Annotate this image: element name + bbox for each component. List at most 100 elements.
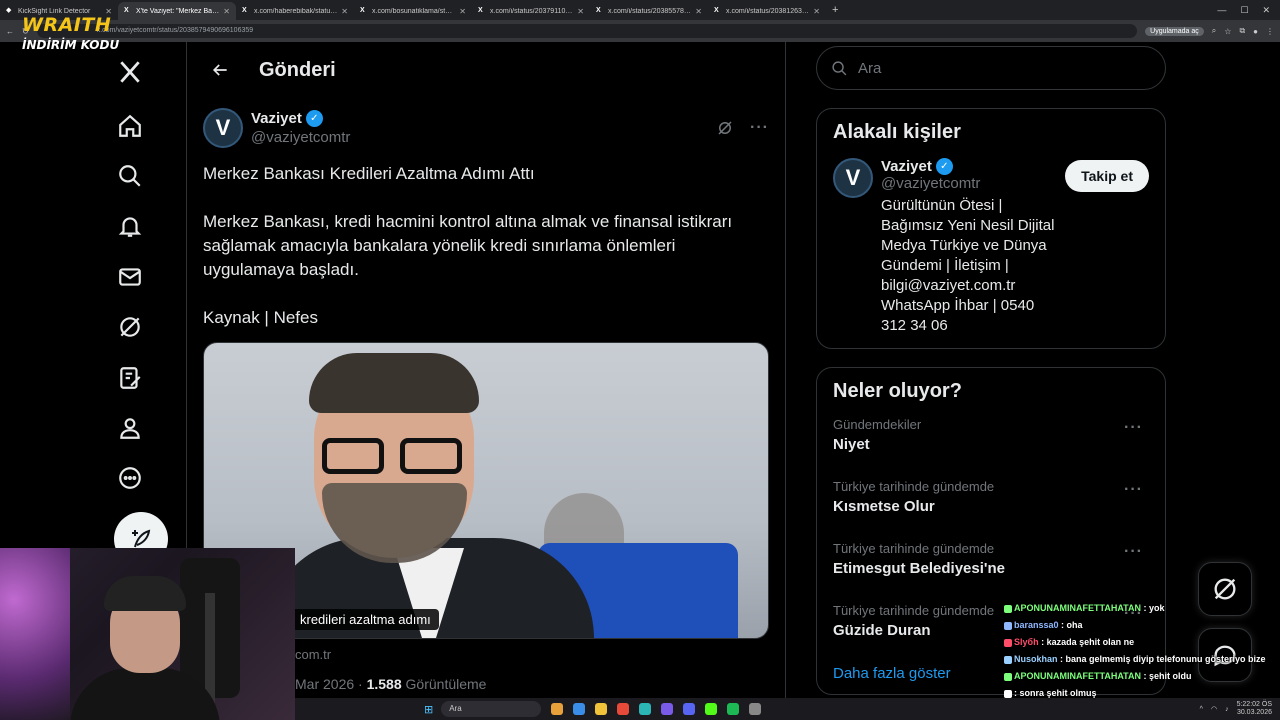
tab-close-icon[interactable]: ✕ xyxy=(577,7,584,16)
related-name[interactable]: Vaziyet xyxy=(881,158,932,175)
new-tab-button[interactable]: + xyxy=(826,4,844,16)
chat-username[interactable]: APONUNAMINAFETTAHATAN xyxy=(1014,603,1141,613)
trend-item[interactable]: Türkiye tarihinde gündemde Etimesgut Bel… xyxy=(833,541,1149,603)
profile-person-icon[interactable] xyxy=(116,414,144,442)
grok-icon xyxy=(1214,578,1236,600)
menu-kebab-icon[interactable]: ⋮ xyxy=(1266,27,1274,36)
grok-icon[interactable] xyxy=(116,313,144,341)
glasses-left xyxy=(322,438,384,474)
taskbar-app-icon[interactable] xyxy=(661,703,674,715)
wifi-icon[interactable]: ◠ xyxy=(1211,705,1217,713)
browser-tab[interactable]: Xx.com/i/status/20381263057 ✕ xyxy=(708,2,826,20)
chat-username[interactable]: APONUNAMINAFETTAHATAN xyxy=(1014,671,1141,681)
trend-item[interactable]: Türkiye tarihinde gündemde Kısmetse Olur… xyxy=(833,479,1149,541)
tab-close-icon[interactable]: ✕ xyxy=(341,7,348,16)
profile-icon[interactable]: ● xyxy=(1253,27,1258,36)
brand-subtitle: İNDİRİM KODU xyxy=(22,38,120,52)
open-in-app-chip[interactable]: Uygulamada aç xyxy=(1145,26,1204,36)
zoom-icon[interactable]: ⌕ xyxy=(1212,26,1216,36)
search-input[interactable] xyxy=(858,59,1118,77)
url-field[interactable]: x.com/vaziyetcomtr/status/20385794906961… xyxy=(36,24,1138,38)
chat-username[interactable]: Nusokhan xyxy=(1014,654,1058,664)
grok-explain-icon[interactable] xyxy=(716,119,734,137)
tray-chevron-icon[interactable]: ^ xyxy=(1200,706,1203,713)
author-name[interactable]: Vaziyet xyxy=(251,109,302,128)
chat-username[interactable]: Slyбh xyxy=(1014,637,1039,647)
close-window-icon[interactable]: ✕ xyxy=(1262,5,1270,16)
chat-message: baranssa0 : oha xyxy=(1004,619,1280,631)
trend-more-icon[interactable]: ··· xyxy=(1124,419,1143,437)
chat-badge-icon xyxy=(1004,604,1012,613)
back-button[interactable] xyxy=(203,53,237,87)
author-handle[interactable]: @vaziyetcomtr xyxy=(251,128,350,147)
tab-close-icon[interactable]: ✕ xyxy=(223,7,230,16)
trend-item[interactable]: Gündemdekiler Niyet ··· xyxy=(833,417,1149,479)
messages-envelope-icon[interactable] xyxy=(116,263,144,291)
more-options-icon[interactable]: ··· xyxy=(750,119,769,137)
tab-close-icon[interactable]: ✕ xyxy=(695,7,702,16)
taskbar-app-icon[interactable] xyxy=(551,703,564,715)
related-avatar[interactable]: V xyxy=(833,158,873,198)
trend-context: Türkiye tarihinde gündemde xyxy=(833,541,995,556)
tab-close-icon[interactable]: ✕ xyxy=(459,7,466,16)
maximize-icon[interactable]: ☐ xyxy=(1240,5,1248,16)
avatar[interactable]: V xyxy=(203,108,243,148)
lists-icon[interactable] xyxy=(116,364,144,392)
discord-icon[interactable] xyxy=(683,703,696,715)
chat-text: : şehit oldu xyxy=(1140,671,1192,681)
related-name-row[interactable]: Vaziyet ✓ xyxy=(881,158,1057,175)
tab-label: x.com/haberebibak/status/2038 xyxy=(254,7,337,15)
taskbar-search[interactable]: Ara xyxy=(441,701,542,717)
taskbar-app-icon[interactable] xyxy=(595,703,608,715)
bookmark-star-icon[interactable]: ☆ xyxy=(1224,27,1231,36)
x-logo-icon[interactable] xyxy=(116,58,144,86)
trend-more-icon[interactable]: ··· xyxy=(1124,543,1143,561)
back-nav-icon[interactable]: ← xyxy=(6,27,14,36)
browser-tab[interactable]: Xx.com/bosunatiklama/status/20 ✕ xyxy=(354,2,472,20)
browser-tab[interactable]: Xx.com/haberebibak/status/2038 ✕ xyxy=(236,2,354,20)
explore-search-icon[interactable] xyxy=(116,162,144,190)
stream-chat-overlay: APONUNAMINAFETTAHATAN : yok baranssa0 : o… xyxy=(1004,602,1280,704)
chrome-icon[interactable] xyxy=(617,703,630,715)
minimize-icon[interactable]: — xyxy=(1217,5,1226,16)
kick-icon[interactable] xyxy=(705,703,718,715)
post-date[interactable]: Mar 2026 · xyxy=(295,676,367,692)
extensions-icon[interactable]: ⧉ xyxy=(1239,26,1245,36)
browser-tab-active[interactable]: X X'te Vaziyet: "Merkez Bankası K✕ xyxy=(118,2,236,20)
taskbar-app-icon[interactable] xyxy=(573,703,586,715)
chat-username[interactable]: baranssa0 xyxy=(1014,620,1059,630)
related-handle[interactable]: @vaziyetcomtr xyxy=(881,175,1057,192)
browser-tab-bar: ◆ KickSight Link Detector ✕ X X'te Vaziyet:… xyxy=(0,0,1280,20)
chat-text: : sonra şehit olmuş xyxy=(1014,688,1097,698)
brand-logo-text: WRAITH xyxy=(22,14,112,36)
author-name-row[interactable]: Vaziyet ✓ xyxy=(251,109,350,128)
follow-button[interactable]: Takip et xyxy=(1065,160,1149,192)
related-title: Alakalı kişiler xyxy=(833,121,961,143)
taskbar-app-icon[interactable] xyxy=(639,703,652,715)
chat-text: : yok xyxy=(1140,603,1165,613)
chat-message: Nusokhan : bana gelmemiş diyip telefonun… xyxy=(1004,653,1280,665)
home-icon[interactable] xyxy=(116,112,144,140)
tab-close-icon[interactable]: ✕ xyxy=(813,7,820,16)
taskbar-app-icon[interactable] xyxy=(749,703,762,715)
volume-icon[interactable]: ♪ xyxy=(1225,706,1229,713)
browser-tab[interactable]: Xx.com/i/status/203855786352 ✕ xyxy=(590,2,708,20)
chat-badge-icon xyxy=(1004,621,1012,630)
clock-date: 30.03.2026 xyxy=(1236,709,1272,716)
tab-favicon-icon: ◆ xyxy=(6,7,12,14)
trend-more-icon[interactable]: ··· xyxy=(1124,481,1143,499)
browser-tab[interactable]: Xx.com/i/status/20379110795 ✕ xyxy=(472,2,590,20)
notifications-bell-icon[interactable] xyxy=(116,212,144,240)
trend-name: Kısmetse Olur xyxy=(833,498,935,515)
windows-start-icon[interactable]: ⊞ xyxy=(424,703,433,716)
chat-badge-icon xyxy=(1004,689,1012,698)
verified-badge-icon: ✓ xyxy=(305,110,323,127)
address-bar-row: ← ↻ x.com/vaziyetcomtr/status/2038579490… xyxy=(0,20,1280,42)
x-favicon-icon: X xyxy=(360,7,365,14)
more-circle-icon[interactable] xyxy=(116,464,144,492)
chat-message: APONUNAMINAFETTAHATAN : şehit oldu xyxy=(1004,670,1280,682)
search-box[interactable] xyxy=(816,46,1166,90)
hair xyxy=(309,353,479,413)
stream-brand-overlay: WRAITH İNDİRİM KODU xyxy=(22,14,119,52)
spotify-icon[interactable] xyxy=(727,703,740,715)
